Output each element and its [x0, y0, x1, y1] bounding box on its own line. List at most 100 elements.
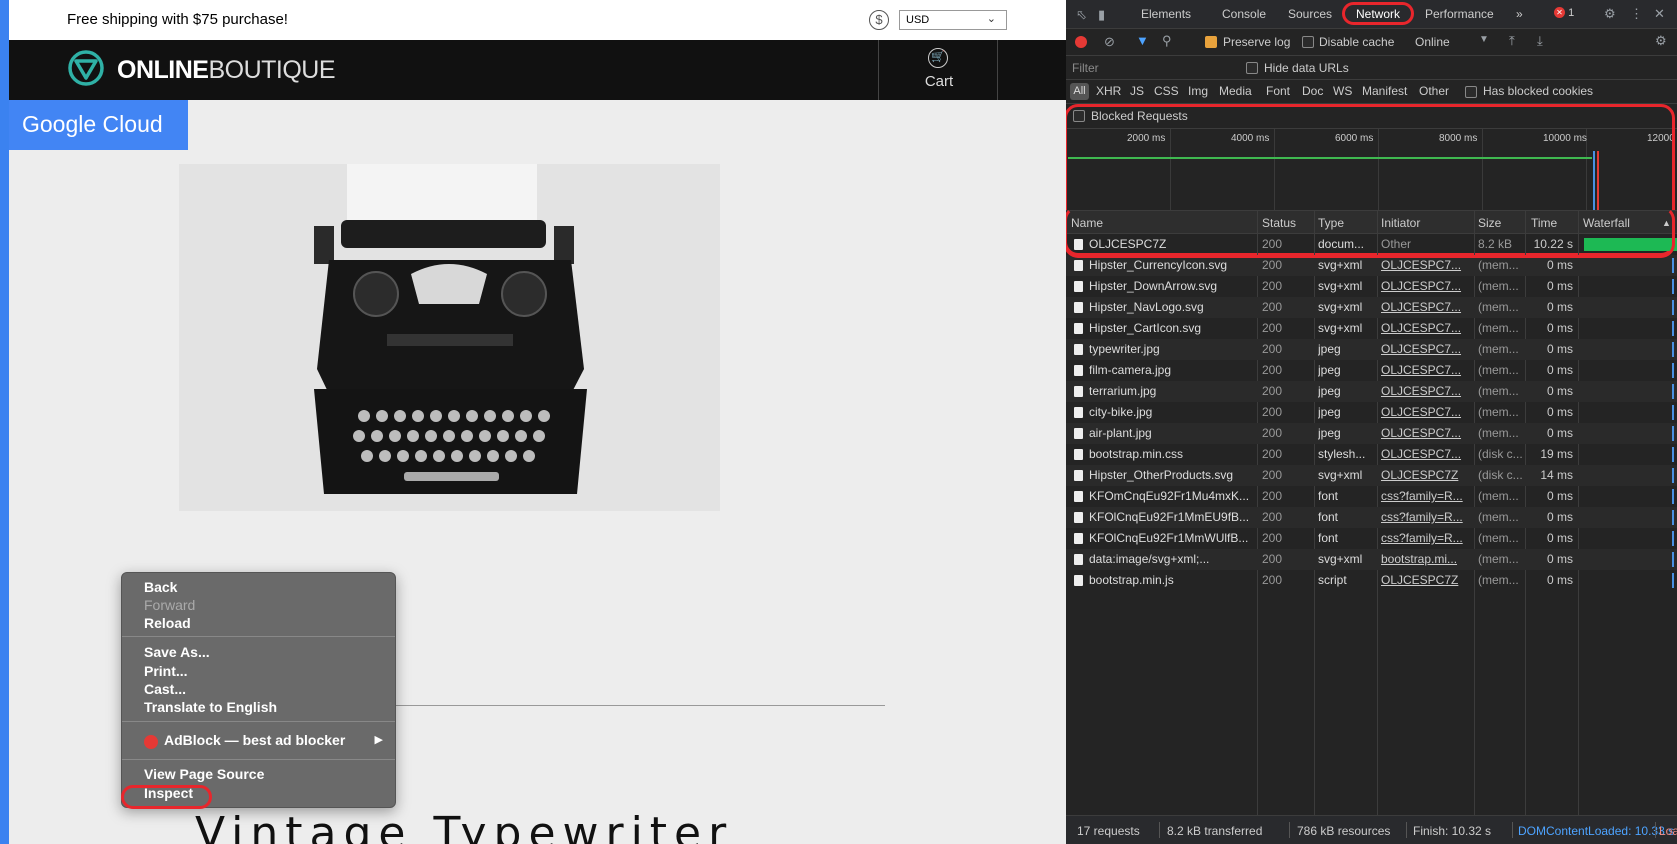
- type-filter-doc[interactable]: Doc: [1302, 84, 1323, 98]
- request-row[interactable]: typewriter.jpg 200 jpeg OLJCESPC7... (mem...…: [1066, 339, 1677, 360]
- type-filter-js[interactable]: JS: [1130, 84, 1144, 98]
- waterfall-bar: [1672, 447, 1674, 462]
- type-filter-manifest[interactable]: Manifest: [1362, 84, 1407, 98]
- menu-separator: [122, 636, 395, 637]
- filter-row: Filter Hide data URLs: [1066, 56, 1677, 80]
- request-row[interactable]: KFOmCnqEu92Fr1Mu4mxK... 200 font css?family…: [1066, 486, 1677, 507]
- menu-item-cast[interactable]: Cast...: [144, 681, 186, 697]
- request-status: 200: [1262, 405, 1283, 419]
- request-row[interactable]: Hipster_NavLogo.svg 200 svg+xml OLJCESPC7..…: [1066, 297, 1677, 318]
- more-tabs-button[interactable]: »: [1516, 7, 1523, 21]
- currency-select[interactable]: USD ⌄: [899, 10, 1007, 30]
- export-har-icon[interactable]: ⤓: [1537, 33, 1543, 49]
- type-filter-all[interactable]: All: [1070, 83, 1089, 100]
- network-status-bar: 17 requests 8.2 kB transferred 786 kB re…: [1066, 815, 1677, 844]
- request-status: 200: [1262, 384, 1283, 398]
- filter-input[interactable]: Filter: [1072, 61, 1099, 75]
- type-filter-img[interactable]: Img: [1188, 84, 1208, 98]
- menu-item-view-source[interactable]: View Page Source: [144, 766, 264, 782]
- request-initiator[interactable]: css?family=R...: [1381, 531, 1473, 545]
- type-filter-media[interactable]: Media: [1219, 84, 1252, 98]
- request-initiator[interactable]: OLJCESPC7...: [1381, 447, 1473, 461]
- search-icon[interactable]: ⚲: [1162, 33, 1172, 49]
- request-row[interactable]: bootstrap.min.js 200 script OLJCESPC7Z (mem.…: [1066, 570, 1677, 591]
- request-initiator[interactable]: OLJCESPC7...: [1381, 279, 1473, 293]
- record-icon[interactable]: [1075, 36, 1087, 48]
- status-separator: [1289, 822, 1290, 838]
- device-toolbar-icon[interactable]: ▮: [1098, 7, 1105, 23]
- request-initiator[interactable]: bootstrap.mi...: [1381, 552, 1473, 566]
- request-initiator[interactable]: OLJCESPC7...: [1381, 342, 1473, 356]
- request-row[interactable]: Hipster_DownArrow.svg 200 svg+xml OLJCESPC7…: [1066, 276, 1677, 297]
- waterfall-bar: [1672, 342, 1674, 357]
- type-filter-font[interactable]: Font: [1266, 84, 1290, 98]
- has-blocked-cookies-checkbox[interactable]: [1465, 86, 1477, 98]
- menu-item-back[interactable]: Back: [144, 579, 177, 595]
- request-initiator[interactable]: OLJCESPC7...: [1381, 363, 1473, 377]
- kebab-menu-icon[interactable]: ⋮: [1630, 6, 1643, 22]
- cart-button[interactable]: 🛒 Cart: [878, 40, 998, 100]
- request-row[interactable]: city-bike.jpg 200 jpeg OLJCESPC7... (mem... 0…: [1066, 402, 1677, 423]
- request-name: Hipster_OtherProducts.svg: [1089, 468, 1234, 482]
- request-row[interactable]: data:image/svg+xml;... 200 svg+xml bootstra…: [1066, 549, 1677, 570]
- request-row[interactable]: terrarium.jpg 200 jpeg OLJCESPC7... (mem... 0…: [1066, 381, 1677, 402]
- request-time: 0 ms: [1546, 489, 1573, 503]
- logo-icon[interactable]: [67, 49, 105, 87]
- tab-console[interactable]: Console: [1222, 7, 1266, 21]
- request-initiator[interactable]: OLJCESPC7...: [1381, 258, 1473, 272]
- cart-label: Cart: [924, 73, 954, 90]
- request-row[interactable]: film-camera.jpg 200 jpeg OLJCESPC7... (mem..…: [1066, 360, 1677, 381]
- network-settings-icon[interactable]: ⚙: [1655, 33, 1667, 49]
- menu-item-save-as[interactable]: Save As...: [144, 644, 210, 660]
- error-count-badge[interactable]: ✕ 1: [1554, 7, 1574, 19]
- type-filter-ws[interactable]: WS: [1333, 84, 1352, 98]
- type-filter-xhr[interactable]: XHR: [1096, 84, 1121, 98]
- request-initiator[interactable]: OLJCESPC7Z: [1381, 573, 1473, 587]
- waterfall-bar: [1672, 552, 1674, 567]
- menu-item-translate[interactable]: Translate to English: [144, 699, 277, 715]
- type-filter-other[interactable]: Other: [1419, 84, 1449, 98]
- request-initiator[interactable]: css?family=R...: [1381, 510, 1473, 524]
- tab-elements[interactable]: Elements: [1141, 7, 1191, 21]
- tab-performance[interactable]: Performance: [1425, 7, 1494, 21]
- request-row[interactable]: KFOlCnqEu92Fr1MmEU9fB... 200 font css?famil…: [1066, 507, 1677, 528]
- menu-item-adblock[interactable]: AdBlock — best ad blocker: [164, 732, 345, 748]
- request-initiator[interactable]: OLJCESPC7...: [1381, 300, 1473, 314]
- request-row[interactable]: Hipster_OtherProducts.svg 200 svg+xml OLJCE…: [1066, 465, 1677, 486]
- throttling-select[interactable]: Online: [1415, 35, 1450, 49]
- settings-gear-icon[interactable]: ⚙: [1604, 6, 1616, 22]
- import-har-icon[interactable]: ⤒: [1509, 33, 1515, 49]
- request-type: jpeg: [1318, 405, 1341, 419]
- request-row[interactable]: Hipster_CartIcon.svg 200 svg+xml OLJCESPC7.…: [1066, 318, 1677, 339]
- request-row[interactable]: Hipster_CurrencyIcon.svg 200 svg+xml OLJCES…: [1066, 255, 1677, 276]
- request-status: 200: [1262, 573, 1283, 587]
- request-row[interactable]: air-plant.jpg 200 jpeg OLJCESPC7... (mem... 0…: [1066, 423, 1677, 444]
- request-size: (mem...: [1478, 363, 1519, 377]
- request-name: KFOlCnqEu92Fr1MmWUlfB...: [1089, 531, 1249, 545]
- request-initiator[interactable]: OLJCESPC7Z: [1381, 468, 1473, 482]
- close-icon[interactable]: ✕: [1654, 6, 1665, 22]
- request-row[interactable]: KFOlCnqEu92Fr1MmWUlfB... 200 font css?famil…: [1066, 528, 1677, 549]
- inspect-element-icon[interactable]: ⬁: [1076, 7, 1087, 23]
- menu-item-reload[interactable]: Reload: [144, 615, 191, 631]
- request-row[interactable]: bootstrap.min.css 200 stylesh... OLJCESPC7.…: [1066, 444, 1677, 465]
- disable-cache-checkbox[interactable]: [1302, 36, 1314, 48]
- request-time: 0 ms: [1546, 531, 1573, 545]
- type-filter-css[interactable]: CSS: [1154, 84, 1179, 98]
- request-initiator[interactable]: OLJCESPC7...: [1381, 384, 1473, 398]
- cart-icon: 🛒: [928, 48, 948, 68]
- request-initiator[interactable]: OLJCESPC7...: [1381, 405, 1473, 419]
- preserve-log-checkbox[interactable]: [1205, 36, 1217, 48]
- filter-icon[interactable]: ▼: [1136, 33, 1149, 48]
- menu-item-print[interactable]: Print...: [144, 663, 188, 679]
- logo-text[interactable]: ONLINEBOUTIQUE: [117, 56, 336, 85]
- request-initiator[interactable]: OLJCESPC7...: [1381, 321, 1473, 335]
- clear-icon[interactable]: ⊘: [1104, 34, 1115, 50]
- request-size: (mem...: [1478, 573, 1519, 587]
- request-initiator[interactable]: OLJCESPC7...: [1381, 426, 1473, 440]
- context-menu: Back Forward Reload Save As... Print... …: [121, 572, 396, 809]
- waterfall-bar: [1672, 531, 1674, 546]
- tab-sources[interactable]: Sources: [1288, 7, 1332, 21]
- request-initiator[interactable]: css?family=R...: [1381, 489, 1473, 503]
- hide-data-urls-checkbox[interactable]: [1246, 62, 1258, 74]
